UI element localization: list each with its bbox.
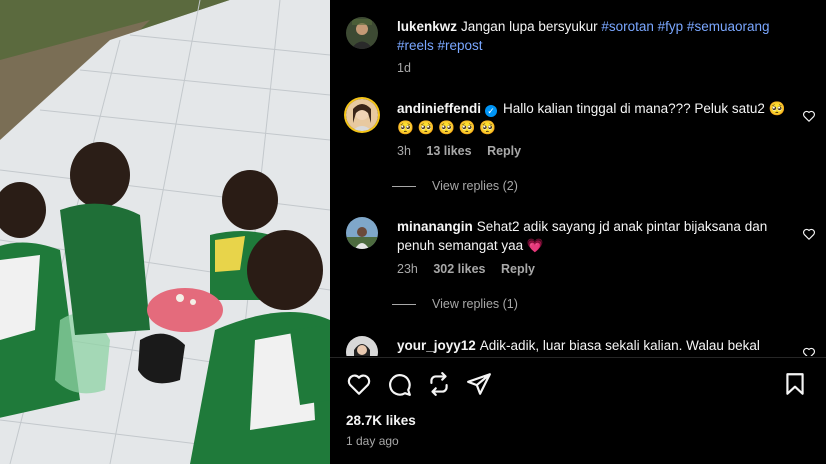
comment-text: your_joyy12 Adik-adik, luar biasa sekali … <box>397 336 788 355</box>
comment-like-heart-icon[interactable] <box>802 227 816 241</box>
comment-item: your_joyy12 Adik-adik, luar biasa sekali … <box>346 336 816 356</box>
comment-meta: 3h 13 likes Reply <box>397 144 533 158</box>
author-username[interactable]: lukenkwz <box>397 19 457 34</box>
reply-button[interactable]: Reply <box>487 144 521 158</box>
avatar[interactable] <box>346 99 378 131</box>
comment-age: 3h <box>397 144 411 158</box>
comment-likes[interactable]: 13 likes <box>426 144 471 158</box>
post-actions-bar <box>346 371 816 399</box>
comments-panel: lukenkwz Jangan lupa bersyukur #sorotan #… <box>330 0 826 464</box>
paper-plane-icon[interactable] <box>466 371 492 397</box>
comment-body-line2: penuh semangat yaa 💗 <box>397 238 544 253</box>
comment-text: minanangin Sehat2 adik sayang jd anak pin… <box>397 217 788 255</box>
repost-arrows-icon[interactable] <box>426 371 452 397</box>
bookmark-icon[interactable] <box>782 371 808 397</box>
avatar-image <box>346 217 378 249</box>
avatar-image <box>346 17 378 49</box>
caption-body: Jangan lupa bersyukur <box>461 19 602 34</box>
comment-item: minanangin Sehat2 adik sayang jd anak pin… <box>346 217 816 317</box>
avatar[interactable] <box>346 336 378 356</box>
comment-meta: 23h 302 likes Reply <box>397 262 547 276</box>
avatar[interactable] <box>346 217 378 249</box>
post-caption: lukenkwz Jangan lupa bersyukur #sorotan #… <box>346 17 816 77</box>
comment-text: andinieffendi ✓ Hallo kalian tinggal di ma… <box>397 99 788 137</box>
comment-age: 23h <box>397 262 418 276</box>
comment-item: andinieffendi ✓ Hallo kalian tinggal di ma… <box>346 99 816 199</box>
comment-username[interactable]: your_joyy12 <box>397 338 476 353</box>
comment-body-line1: Sehat2 adik sayang jd anak pintar bijaks… <box>476 219 768 234</box>
hashtags-line1[interactable]: #sorotan #fyp #semuaorang <box>601 19 769 34</box>
verified-badge-icon: ✓ <box>485 105 497 117</box>
avatar[interactable] <box>346 17 378 49</box>
reply-button[interactable]: Reply <box>501 262 535 276</box>
replies-divider-line <box>392 186 416 188</box>
comment-body-line2: 🥺 🥺 🥺 🥺 🥺 <box>397 120 497 135</box>
comment-username[interactable]: andinieffendi <box>397 101 481 116</box>
replies-divider-line <box>392 304 416 306</box>
post-date: 1 day ago <box>346 434 399 448</box>
caption-text: lukenkwz Jangan lupa bersyukur #sorotan #… <box>397 17 788 55</box>
post-viewer: lukenkwz Jangan lupa bersyukur #sorotan #… <box>0 0 826 464</box>
like-count[interactable]: 28.7K likes <box>346 413 416 428</box>
avatar-image <box>346 99 378 131</box>
comment-body-line1: Adik-adik, luar biasa sekali kalian. Wal… <box>479 338 760 353</box>
view-replies-button[interactable]: View replies (1) <box>392 297 518 311</box>
post-age: 1d <box>397 61 411 75</box>
view-replies-button[interactable]: View replies (2) <box>392 179 518 193</box>
heart-icon[interactable] <box>346 371 372 397</box>
comment-like-heart-icon[interactable] <box>802 346 816 356</box>
view-replies-label: View replies (1) <box>432 297 518 311</box>
view-replies-label: View replies (2) <box>432 179 518 193</box>
comment-like-heart-icon[interactable] <box>802 109 816 123</box>
comments-scroll-area[interactable]: lukenkwz Jangan lupa bersyukur #sorotan #… <box>330 0 826 356</box>
comment-likes[interactable]: 302 likes <box>433 262 485 276</box>
hashtags-line2[interactable]: #reels #repost <box>397 38 483 53</box>
comment-bubble-icon[interactable] <box>386 371 412 397</box>
comment-body-line1: Hallo kalian tinggal di mana??? Peluk sa… <box>503 101 786 116</box>
comment-username[interactable]: minanangin <box>397 219 473 234</box>
actions-divider <box>330 357 826 358</box>
post-media[interactable] <box>0 0 330 464</box>
video-frame-illustration <box>0 0 330 464</box>
avatar-image <box>346 336 378 356</box>
